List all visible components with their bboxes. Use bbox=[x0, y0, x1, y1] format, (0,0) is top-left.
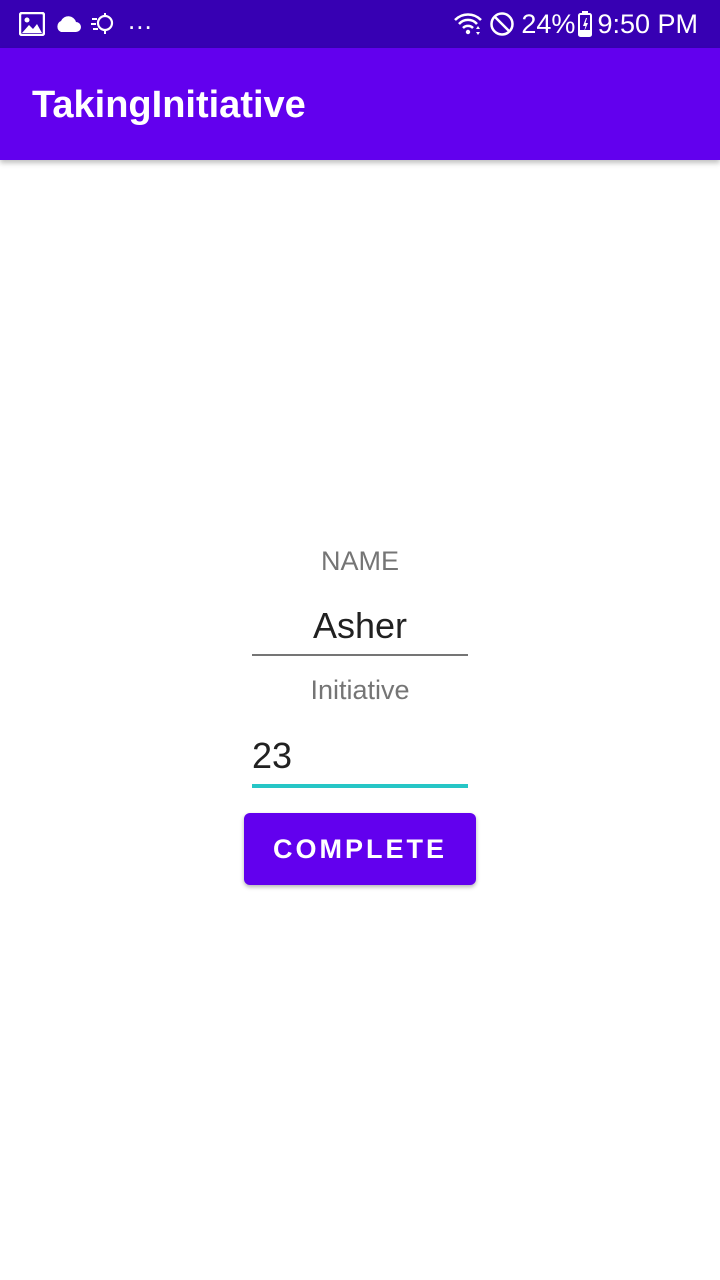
initiative-field[interactable] bbox=[252, 729, 468, 788]
more-notifications-indicator: ... bbox=[128, 5, 153, 35]
clock: 9:50 PM bbox=[597, 8, 698, 39]
app-title: TakingInitiative bbox=[32, 84, 306, 126]
image-icon bbox=[18, 10, 46, 38]
status-bar: ... 24% 9:50 PM bbox=[0, 0, 720, 48]
do-not-disturb-icon bbox=[487, 9, 517, 39]
cloud-icon bbox=[54, 10, 82, 38]
name-field[interactable] bbox=[252, 600, 468, 656]
initiative-input[interactable] bbox=[252, 729, 468, 783]
complete-button[interactable]: COMPLETE bbox=[244, 813, 476, 885]
initiative-label: Initiative bbox=[310, 675, 410, 705]
battery-percentage: 24% bbox=[521, 8, 576, 39]
battery-icon bbox=[577, 9, 593, 39]
name-label: NAME bbox=[320, 546, 399, 576]
name-input[interactable] bbox=[252, 600, 468, 652]
wifi-icon bbox=[453, 9, 483, 39]
status-system: 24% 9:50 PM bbox=[449, 8, 698, 40]
status-notifications: ... bbox=[18, 6, 153, 38]
app-bar: TakingInitiative bbox=[0, 48, 720, 160]
sync-icon bbox=[90, 10, 118, 38]
